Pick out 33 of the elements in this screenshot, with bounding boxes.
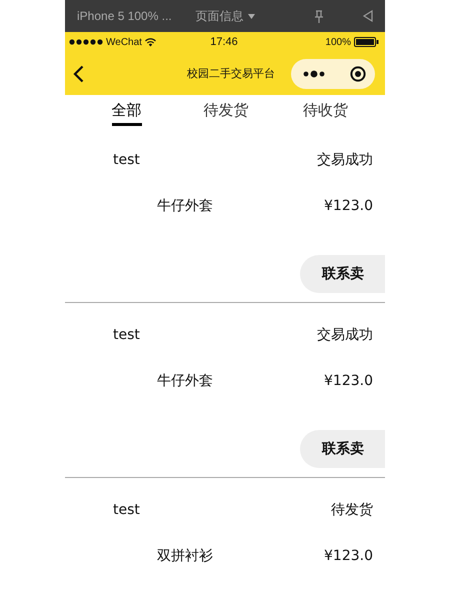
product-name: 双拼衬衫	[157, 546, 213, 564]
order-status: 交易成功	[317, 326, 373, 344]
close-icon[interactable]	[350, 66, 366, 82]
triangle-icon[interactable]	[362, 10, 373, 22]
product-name: 牛仔外套	[157, 196, 213, 214]
product-name: 牛仔外套	[157, 372, 213, 390]
contact-seller-button[interactable]: 联系卖	[300, 255, 385, 293]
user-name: test	[113, 152, 140, 168]
user-name: test	[113, 327, 140, 343]
price: ¥123.0	[324, 198, 373, 214]
pin-icon[interactable]	[314, 10, 324, 22]
order-status: 交易成功	[317, 151, 373, 169]
nav-title: 校园二手交易平台	[187, 66, 275, 81]
battery-percent: 100%	[325, 36, 351, 48]
more-icon[interactable]	[303, 70, 325, 78]
contact-seller-button[interactable]: 联系卖	[300, 430, 385, 468]
order-status: 待发货	[331, 501, 373, 519]
wifi-icon	[144, 38, 156, 46]
back-icon[interactable]	[73, 64, 84, 82]
user-name: test	[113, 502, 140, 518]
caret-icon	[248, 14, 255, 18]
signal-icon	[69, 39, 103, 45]
device-selector[interactable]: iPhone 5 100% ...	[77, 9, 172, 23]
carrier-name: WeChat	[106, 36, 142, 48]
page-info-menu[interactable]: 页面信息	[196, 8, 244, 24]
status-time: 17:46	[210, 36, 238, 48]
battery-icon	[354, 37, 379, 47]
capsule-button[interactable]	[291, 58, 375, 88]
tab[interactable]: 待收货	[302, 95, 348, 126]
tab[interactable]: 待发货	[203, 95, 248, 126]
price: ¥123.0	[324, 548, 373, 564]
tab[interactable]: 全部	[112, 95, 142, 126]
price: ¥123.0	[324, 372, 373, 388]
